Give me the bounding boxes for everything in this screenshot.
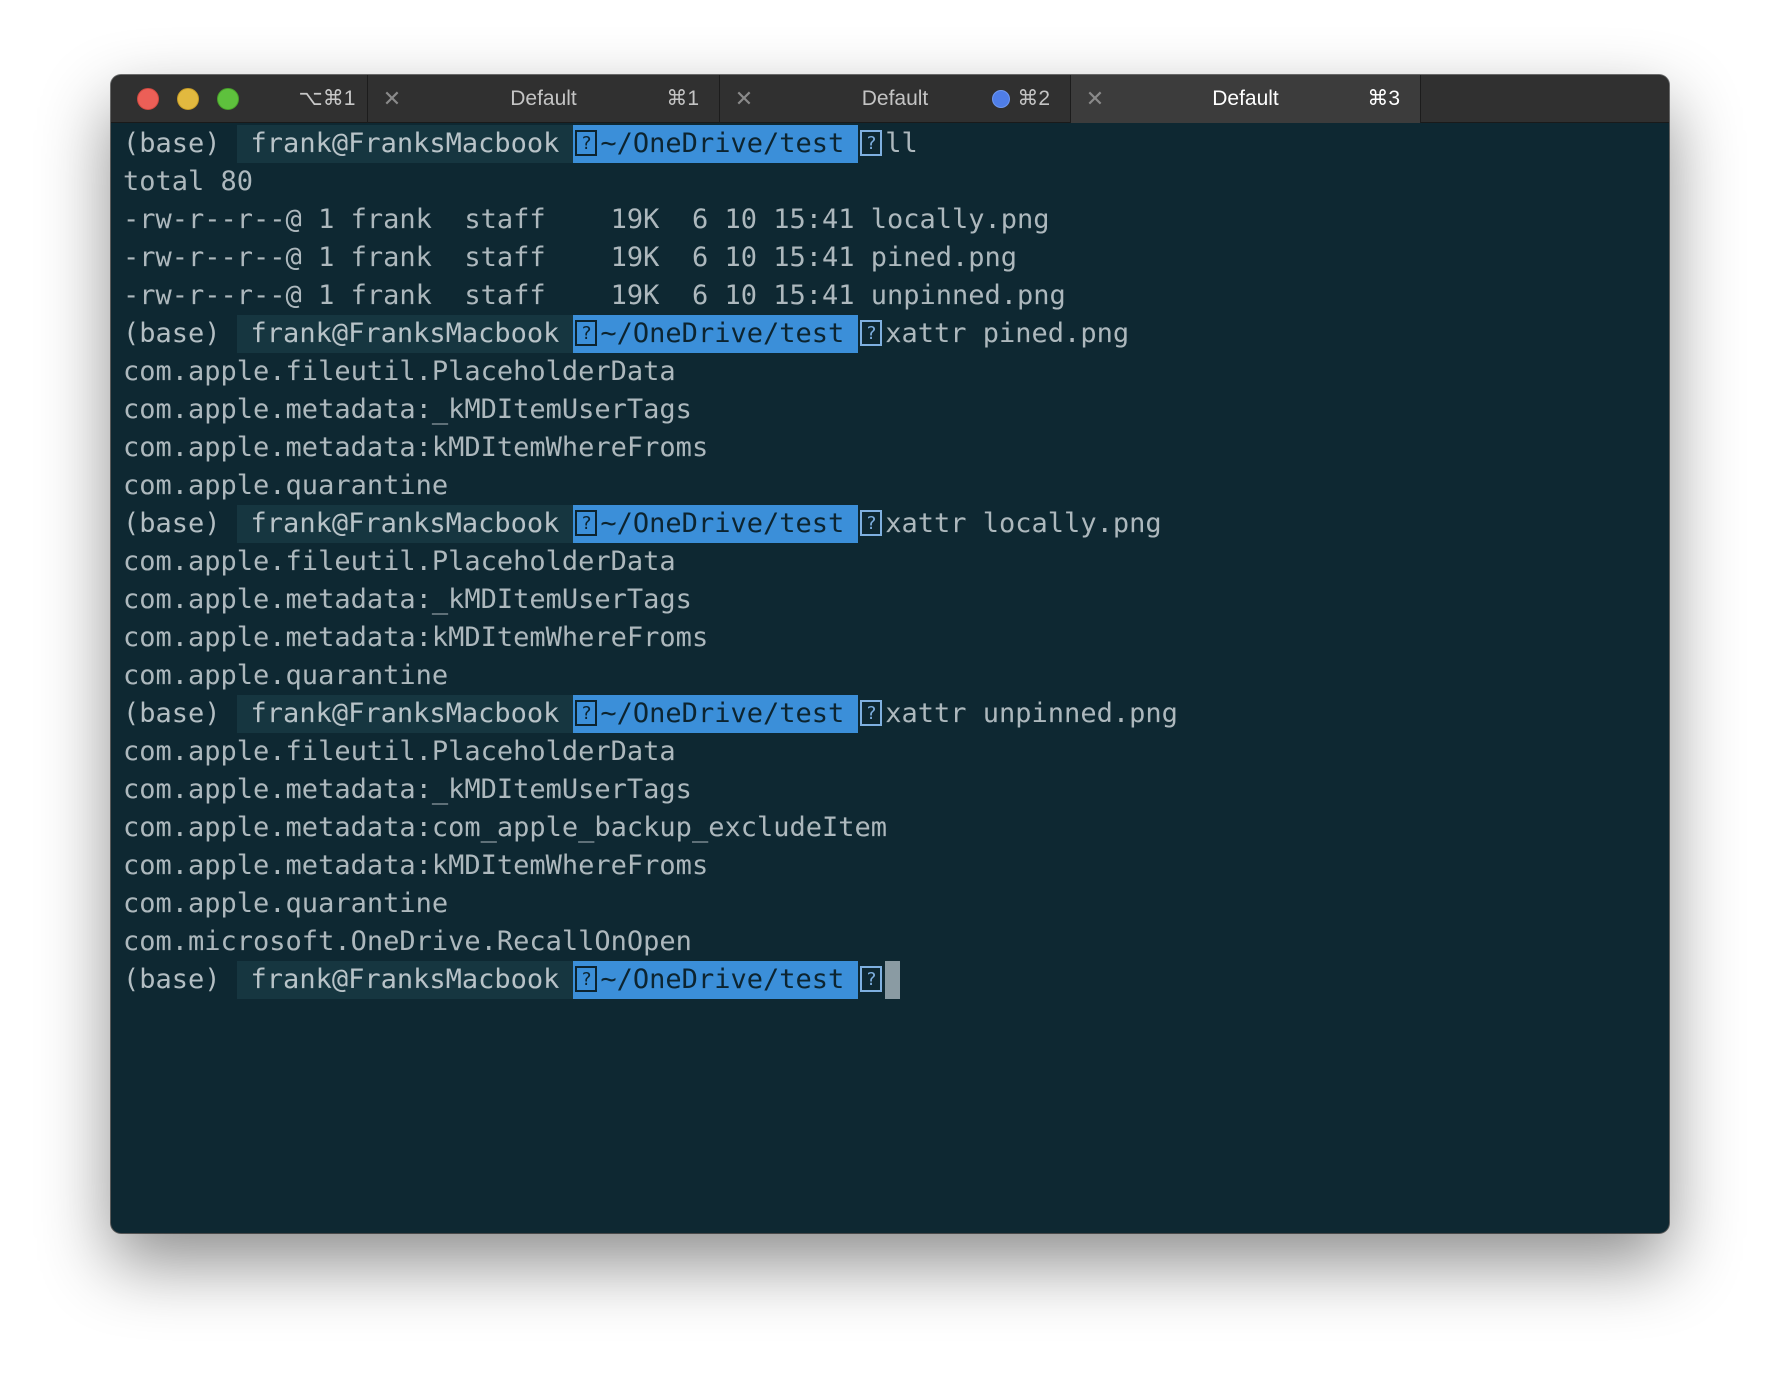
unknown-glyph-icon: ? — [575, 965, 598, 992]
prompt-path-segment: ? ~/OneDrive/test — [573, 315, 859, 353]
output-line: com.apple.metadata:kMDItemWhereFroms — [123, 622, 709, 653]
prompt-path-segment: ? ~/OneDrive/test — [573, 961, 859, 999]
prompt-user-host: frank@FranksMacbook — [236, 315, 574, 353]
prompt-env: (base) — [123, 318, 221, 349]
output-line: com.apple.metadata:_kMDItemUserTags — [123, 394, 692, 425]
prompt-path: ~/OneDrive/test — [600, 964, 845, 995]
prompt-path-segment: ? ~/OneDrive/test — [573, 505, 859, 543]
output-line: com.apple.metadata:com_apple_backup_excl… — [123, 812, 888, 843]
maximize-window-button[interactable] — [217, 88, 239, 110]
output-line: com.apple.metadata:_kMDItemUserTags — [123, 584, 692, 615]
command-text: xattr locally.png — [885, 508, 1162, 539]
all-tabs-shortcut: ⌥⌘1 — [298, 87, 356, 110]
output-line: com.apple.fileutil.PlaceholderData — [123, 736, 676, 767]
unknown-glyph-icon: ? — [575, 509, 598, 536]
prompt-user-host: frank@FranksMacbook — [236, 695, 574, 733]
output-line: com.apple.metadata:_kMDItemUserTags — [123, 774, 692, 805]
text-cursor[interactable] — [885, 961, 901, 999]
tab-bar-empty-space[interactable] — [1420, 75, 1669, 123]
prompt-line: (base) frank@FranksMacbook? ~/OneDrive/tes… — [123, 505, 1669, 543]
prompt-env: (base) — [123, 508, 221, 539]
prompt-user-host: frank@FranksMacbook — [236, 125, 574, 163]
prompt-path: ~/OneDrive/test — [600, 698, 845, 729]
prompt-path: ~/OneDrive/test — [600, 508, 845, 539]
prompt-line: (base) frank@FranksMacbook? ~/OneDrive/tes… — [123, 125, 1669, 163]
unknown-glyph-icon: ? — [575, 699, 598, 726]
output-line: com.apple.quarantine — [123, 470, 449, 501]
prompt-path: ~/OneDrive/test — [600, 128, 845, 159]
unknown-glyph-icon: ? — [575, 129, 598, 156]
output-line: -rw-r--r--@ 1 frank staff 19K 6 10 15:41… — [123, 280, 1066, 311]
output-line: com.apple.fileutil.PlaceholderData — [123, 356, 676, 387]
output-line: com.apple.metadata:kMDItemWhereFroms — [123, 432, 709, 463]
tab-shortcut: ⌘3 — [1367, 87, 1400, 110]
tab-shortcut: ⌘2 — [1017, 87, 1050, 110]
title-bar: ⌥⌘1 ✕ Default ⌘1 ✕ Default ⌘2 ✕ Default … — [111, 75, 1669, 123]
tab-2[interactable]: ✕ Default ⌘2 — [719, 75, 1070, 123]
terminal-window: ⌥⌘1 ✕ Default ⌘1 ✕ Default ⌘2 ✕ Default … — [111, 75, 1669, 1233]
prompt-path-segment: ? ~/OneDrive/test — [573, 695, 859, 733]
minimize-window-button[interactable] — [177, 88, 199, 110]
unknown-glyph-icon: ? — [860, 699, 883, 726]
unknown-glyph-icon: ? — [860, 509, 883, 536]
output-line: com.apple.quarantine — [123, 888, 449, 919]
unknown-glyph-icon: ? — [860, 319, 883, 346]
prompt-env: (base) — [123, 128, 221, 159]
prompt-env: (base) — [123, 964, 221, 995]
prompt-user-host: frank@FranksMacbook — [236, 961, 574, 999]
prompt-line: (base) frank@FranksMacbook? ~/OneDrive/tes… — [123, 695, 1669, 733]
prompt-line: (base) frank@FranksMacbook? ~/OneDrive/tes… — [123, 315, 1669, 353]
unknown-glyph-icon: ? — [860, 129, 883, 156]
prompt-path-segment: ? ~/OneDrive/test — [573, 125, 859, 163]
unknown-glyph-icon: ? — [575, 319, 598, 346]
command-text: xattr pined.png — [885, 318, 1130, 349]
prompt-path: ~/OneDrive/test — [600, 318, 845, 349]
prompt-user-host: frank@FranksMacbook — [236, 505, 574, 543]
output-line: -rw-r--r--@ 1 frank staff 19K 6 10 15:41… — [123, 204, 1050, 235]
unknown-glyph-icon: ? — [860, 965, 883, 992]
tab-3[interactable]: ✕ Default ⌘3 — [1070, 75, 1420, 123]
terminal-output[interactable]: (base) frank@FranksMacbook? ~/OneDrive/tes… — [123, 125, 1669, 1233]
command-text: xattr unpinned.png — [885, 698, 1178, 729]
prompt-line: (base) frank@FranksMacbook? ~/OneDrive/tes… — [123, 961, 1669, 999]
tab-1[interactable]: ✕ Default ⌘1 — [367, 75, 719, 123]
tab-shortcut: ⌘1 — [666, 87, 699, 110]
output-line: -rw-r--r--@ 1 frank staff 19K 6 10 15:41… — [123, 242, 1018, 273]
output-line: com.apple.metadata:kMDItemWhereFroms — [123, 850, 709, 881]
activity-dot-icon — [992, 90, 1010, 108]
output-line: com.apple.fileutil.PlaceholderData — [123, 546, 676, 577]
command-text: ll — [885, 128, 918, 159]
output-line: com.apple.quarantine — [123, 660, 449, 691]
output-line: total 80 — [123, 166, 254, 197]
prompt-env: (base) — [123, 698, 221, 729]
close-window-button[interactable] — [137, 88, 159, 110]
output-line: com.microsoft.OneDrive.RecallOnOpen — [123, 926, 692, 957]
